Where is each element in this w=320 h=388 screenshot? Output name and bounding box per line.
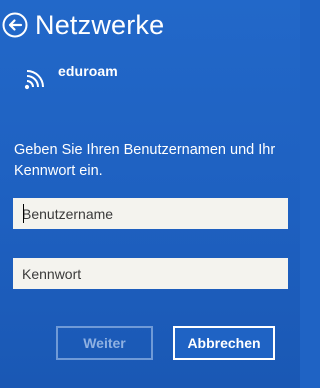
prompt-line-2: Kennwort ein.: [14, 163, 103, 179]
cancel-button[interactable]: Abbrechen: [173, 326, 275, 360]
header: Netzwerke: [2, 9, 164, 41]
network-login-panel: Netzwerke eduroam Geben Sie Ihren Benutz…: [0, 0, 300, 388]
text-cursor: [23, 204, 24, 223]
username-input[interactable]: [13, 198, 288, 229]
credentials-prompt: Geben Sie Ihren Benutzernamen und Ihr Ke…: [14, 140, 294, 182]
page-title: Netzwerke: [35, 10, 165, 40]
network-item: eduroam: [22, 63, 118, 92]
next-button[interactable]: Weiter: [56, 326, 153, 360]
prompt-line-1: Geben Sie Ihren Benutzernamen und Ihr: [14, 142, 276, 158]
wifi-icon: [24, 70, 44, 90]
back-button[interactable]: [2, 12, 28, 38]
password-input[interactable]: [13, 258, 288, 289]
back-arrow-icon: [2, 12, 28, 38]
network-name: eduroam: [58, 63, 118, 79]
